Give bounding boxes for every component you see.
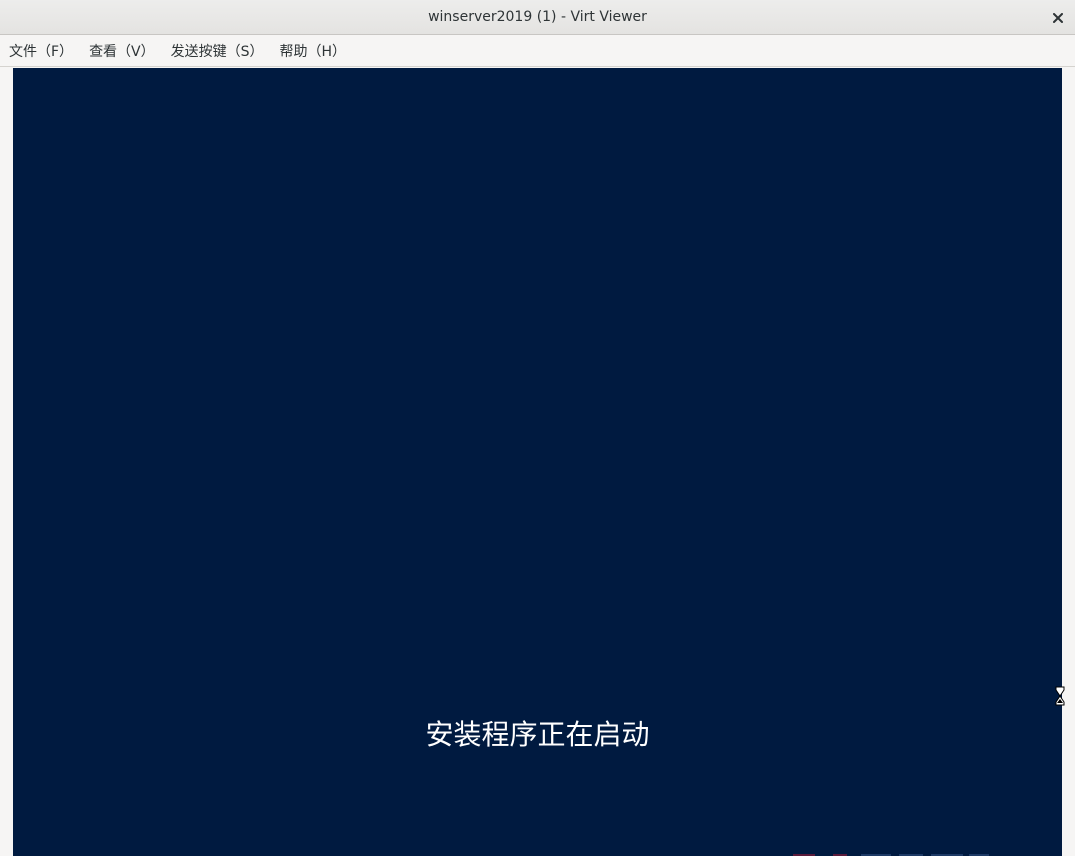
close-button[interactable] — [1047, 6, 1069, 28]
menu-send-key[interactable]: 发送按键（S） — [163, 35, 272, 66]
hourglass-cursor-icon — [1054, 685, 1066, 707]
menu-bar: 文件（F） 查看（V） 发送按键（S） 帮助（H） — [0, 35, 1075, 67]
setup-status-text: 安装程序正在启动 — [425, 718, 650, 751]
menu-view[interactable]: 查看（V） — [81, 35, 163, 66]
display-area: 安装程序正在启动 — [0, 67, 1075, 856]
partial-logo-graphic — [793, 854, 989, 856]
close-icon — [1053, 8, 1063, 27]
menu-file[interactable]: 文件（F） — [1, 35, 81, 66]
window-title: winserver2019 (1) - Virt Viewer — [428, 9, 647, 25]
title-bar[interactable]: winserver2019 (1) - Virt Viewer — [0, 0, 1075, 35]
vm-screen[interactable]: 安装程序正在启动 — [13, 68, 1062, 856]
virt-viewer-window: winserver2019 (1) - Virt Viewer 文件（F） 查看… — [0, 0, 1075, 856]
menu-help[interactable]: 帮助（H） — [272, 35, 355, 66]
